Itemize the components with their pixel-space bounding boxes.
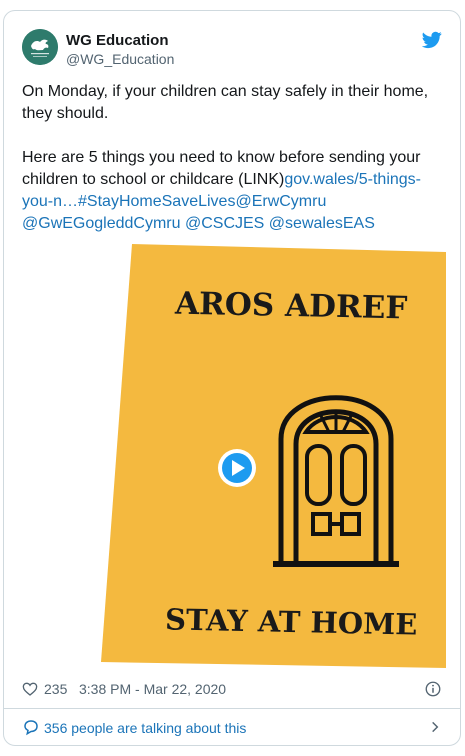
hashtag-link[interactable]: #StayHomeSaveLives bbox=[78, 193, 235, 210]
heart-icon[interactable] bbox=[22, 681, 38, 697]
tweet-text-paragraph: Here are 5 things you need to know befor… bbox=[22, 147, 442, 235]
mention-link[interactable]: @GwEGogleddCymru bbox=[22, 215, 181, 232]
avatar[interactable] bbox=[22, 29, 58, 65]
twitter-bird-icon[interactable] bbox=[422, 31, 442, 49]
divider bbox=[4, 708, 460, 709]
welsh-dragon-logo bbox=[22, 29, 58, 65]
mention-link[interactable]: @ErwCymru bbox=[235, 193, 326, 210]
display-name[interactable]: WG Education bbox=[66, 32, 169, 49]
tweet-header: WG Education @WG_Education bbox=[22, 29, 442, 75]
mention-link[interactable]: @sewalesEAS bbox=[269, 215, 375, 232]
tweet-timestamp[interactable]: 3:38 PM - Mar 22, 2020 bbox=[79, 681, 226, 697]
tweet-text-line: On Monday, if your children can stay saf… bbox=[22, 83, 429, 122]
poster-heading-welsh: AROS ADREF bbox=[174, 286, 408, 327]
speech-bubble-icon bbox=[24, 720, 38, 736]
tweet-card[interactable]: WG Education @WG_Education On Monday, if… bbox=[3, 10, 461, 746]
conversation-link[interactable]: 356 people are talking about this bbox=[22, 717, 442, 739]
tweet-meta: 235 3:38 PM - Mar 22, 2020 bbox=[22, 679, 442, 701]
chevron-right-icon[interactable] bbox=[428, 720, 442, 734]
user-handle[interactable]: @WG_Education bbox=[66, 51, 174, 67]
conversation-label[interactable]: 356 people are talking about this bbox=[44, 720, 246, 736]
info-icon[interactable] bbox=[424, 680, 442, 698]
video-thumbnail[interactable]: AROS ADREF STAY AT HOME bbox=[101, 244, 446, 668]
like-count[interactable]: 235 bbox=[44, 681, 67, 697]
play-button[interactable] bbox=[218, 449, 256, 487]
tweet-body: On Monday, if your children can stay saf… bbox=[22, 81, 442, 235]
mention-link[interactable]: @CSCJES bbox=[185, 215, 264, 232]
poster-heading-english: STAY AT HOME bbox=[165, 602, 418, 641]
